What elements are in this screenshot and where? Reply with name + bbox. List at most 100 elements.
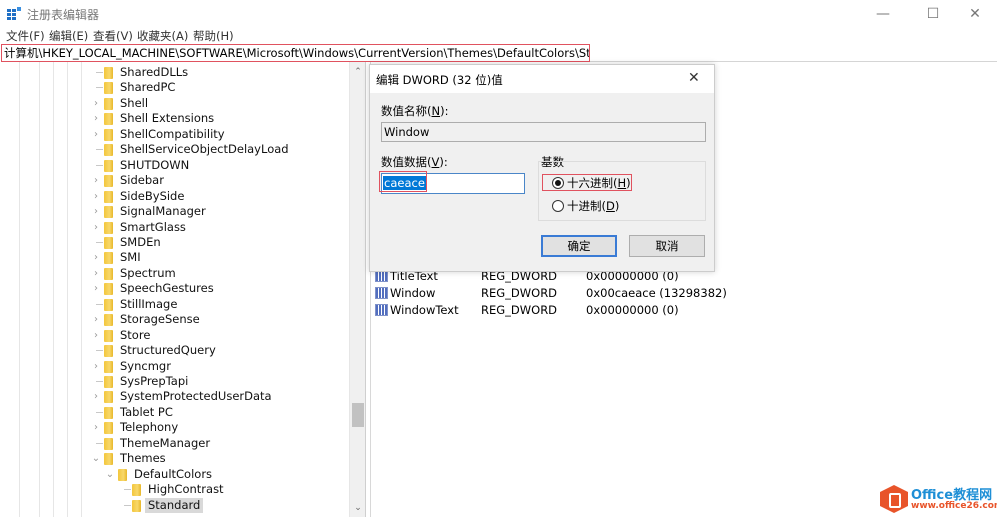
chevron-down-icon[interactable]: ⌄ xyxy=(105,467,115,482)
watermark-url: www.office26.com xyxy=(911,501,997,511)
tree-item[interactable]: › Syncmgr xyxy=(0,359,340,374)
tree-scrollbar[interactable]: ⌃ ⌄ xyxy=(349,62,365,517)
scroll-up-icon[interactable]: ⌃ xyxy=(350,65,366,79)
scroll-down-icon[interactable]: ⌄ xyxy=(350,501,366,515)
folder-icon xyxy=(104,329,113,342)
folder-icon xyxy=(104,252,113,265)
tree-item[interactable]: ShellServiceObjectDelayLoad xyxy=(0,142,340,157)
chevron-right-icon[interactable]: › xyxy=(91,204,101,219)
value-row[interactable]: Window REG_DWORD 0x00caeace (13298382) xyxy=(375,285,727,301)
menu-view[interactable]: 查看(V) xyxy=(93,28,133,44)
cancel-button[interactable]: 取消 xyxy=(629,235,705,257)
chevron-right-icon[interactable]: › xyxy=(91,389,101,404)
chevron-right-icon[interactable]: › xyxy=(91,359,101,374)
chevron-right-icon[interactable]: › xyxy=(91,328,101,343)
tree-item[interactable]: › SmartGlass xyxy=(0,220,340,235)
tree-item[interactable]: › SystemProtectedUserData xyxy=(0,389,340,404)
tree-item-label: StructuredQuery xyxy=(120,343,216,358)
chevron-right-icon[interactable]: › xyxy=(91,266,101,281)
tree-connector xyxy=(96,164,103,166)
tree-item-label: Telephony xyxy=(120,420,179,435)
chevron-right-icon[interactable]: › xyxy=(91,281,101,296)
tree-item[interactable]: › Telephony xyxy=(0,420,340,435)
folder-icon xyxy=(104,360,113,373)
tree-item[interactable]: SharedPC xyxy=(0,80,340,95)
tree-connector xyxy=(124,504,131,506)
chevron-right-icon[interactable]: › xyxy=(91,420,101,435)
value-name: WindowText xyxy=(390,303,459,317)
tree-item[interactable]: › SpeechGestures xyxy=(0,281,340,296)
tree-item[interactable]: › Sidebar xyxy=(0,173,340,188)
menu-help[interactable]: 帮助(H) xyxy=(193,28,234,44)
tree-item[interactable]: › ShellCompatibility xyxy=(0,127,340,142)
tree-item[interactable]: › SignalManager xyxy=(0,204,340,219)
folder-icon xyxy=(104,113,113,126)
tree-item[interactable]: Standard xyxy=(0,497,340,513)
tree-item[interactable]: SHUTDOWN xyxy=(0,158,340,173)
label-text: 数值名称( xyxy=(381,104,432,118)
registry-editor-icon xyxy=(7,7,21,20)
chevron-right-icon[interactable]: › xyxy=(91,111,101,126)
value-type: REG_DWORD xyxy=(481,286,558,300)
tree-item-label: Standard xyxy=(145,497,204,513)
chevron-right-icon[interactable]: › xyxy=(91,96,101,111)
folder-icon xyxy=(104,314,113,327)
tree-item[interactable]: › StorageSense xyxy=(0,312,340,327)
scroll-thumb[interactable] xyxy=(352,403,364,427)
chevron-right-icon[interactable]: › xyxy=(91,312,101,327)
folder-icon xyxy=(104,437,113,450)
chevron-right-icon[interactable]: › xyxy=(91,127,101,142)
tree-item[interactable]: Tablet PC xyxy=(0,405,340,420)
chevron-right-icon[interactable]: › xyxy=(91,173,101,188)
tree-item[interactable]: › SMI xyxy=(0,250,340,265)
tree-item[interactable]: › Spectrum xyxy=(0,266,340,281)
tree-item-label: Tablet PC xyxy=(120,404,173,419)
folder-icon xyxy=(104,391,113,404)
dialog-close-icon[interactable]: ✕ xyxy=(688,70,700,86)
tree-item[interactable]: SMDEn xyxy=(0,235,340,250)
ok-button[interactable]: 确定 xyxy=(541,235,617,257)
tree-item[interactable]: StructuredQuery xyxy=(0,343,340,358)
close-button[interactable]: ✕ xyxy=(952,0,997,28)
chevron-down-icon[interactable]: ⌄ xyxy=(91,451,101,466)
label-accesskey: H xyxy=(617,176,627,190)
tree-item[interactable]: › Shell xyxy=(0,96,340,111)
close-icon: ✕ xyxy=(969,6,981,22)
minimize-button[interactable]: — xyxy=(860,0,906,28)
radio-unchecked-icon xyxy=(552,200,564,212)
tree-item[interactable]: ThemeManager xyxy=(0,436,340,451)
tree-item[interactable]: ⌄ DefaultColors xyxy=(0,467,340,482)
menu-edit[interactable]: 编辑(E) xyxy=(49,28,88,44)
label-accesskey: D xyxy=(606,199,615,213)
tree-connector xyxy=(96,442,103,444)
tree-item-label: StillImage xyxy=(120,296,178,311)
maximize-button[interactable]: ☐ xyxy=(910,0,956,28)
tree-item-label: SMI xyxy=(120,250,141,265)
menu-bar: 文件(F) 编辑(E) 查看(V) 收藏夹(A) 帮助(H) xyxy=(0,28,997,44)
value-data-input[interactable]: caeace xyxy=(381,173,525,194)
base-group: 十六进制(H) 十进制(D) xyxy=(538,161,706,221)
tree-item[interactable]: › SideBySide xyxy=(0,189,340,204)
tree-item-label: ThemeManager xyxy=(120,435,211,450)
tree-item-label: Syncmgr xyxy=(120,358,171,373)
value-data: 0x00000000 (0) xyxy=(586,303,679,317)
folder-icon xyxy=(104,190,113,203)
tree-item[interactable]: StillImage xyxy=(0,297,340,312)
folder-icon xyxy=(104,175,113,188)
address-bar[interactable]: 计算机\HKEY_LOCAL_MACHINE\SOFTWARE\Microsof… xyxy=(1,44,590,62)
value-row[interactable]: WindowText REG_DWORD 0x00000000 (0) xyxy=(375,302,715,318)
tree-item[interactable]: ⌄ Themes xyxy=(0,451,340,466)
tree-item[interactable]: HighContrast xyxy=(0,482,340,497)
menu-favorites[interactable]: 收藏夹(A) xyxy=(137,28,188,44)
chevron-right-icon[interactable]: › xyxy=(91,189,101,204)
tree-connector xyxy=(96,350,103,352)
menu-file[interactable]: 文件(F) xyxy=(6,28,45,44)
tree-connector xyxy=(96,87,103,89)
chevron-right-icon[interactable]: › xyxy=(91,220,101,235)
tree-item[interactable]: SysPrepTapi xyxy=(0,374,340,389)
folder-icon xyxy=(104,206,113,219)
tree-item[interactable]: › Shell Extensions xyxy=(0,111,340,126)
chevron-right-icon[interactable]: › xyxy=(91,250,101,265)
tree-item[interactable]: SharedDLLs xyxy=(0,65,340,80)
tree-item[interactable]: › Store xyxy=(0,328,340,343)
